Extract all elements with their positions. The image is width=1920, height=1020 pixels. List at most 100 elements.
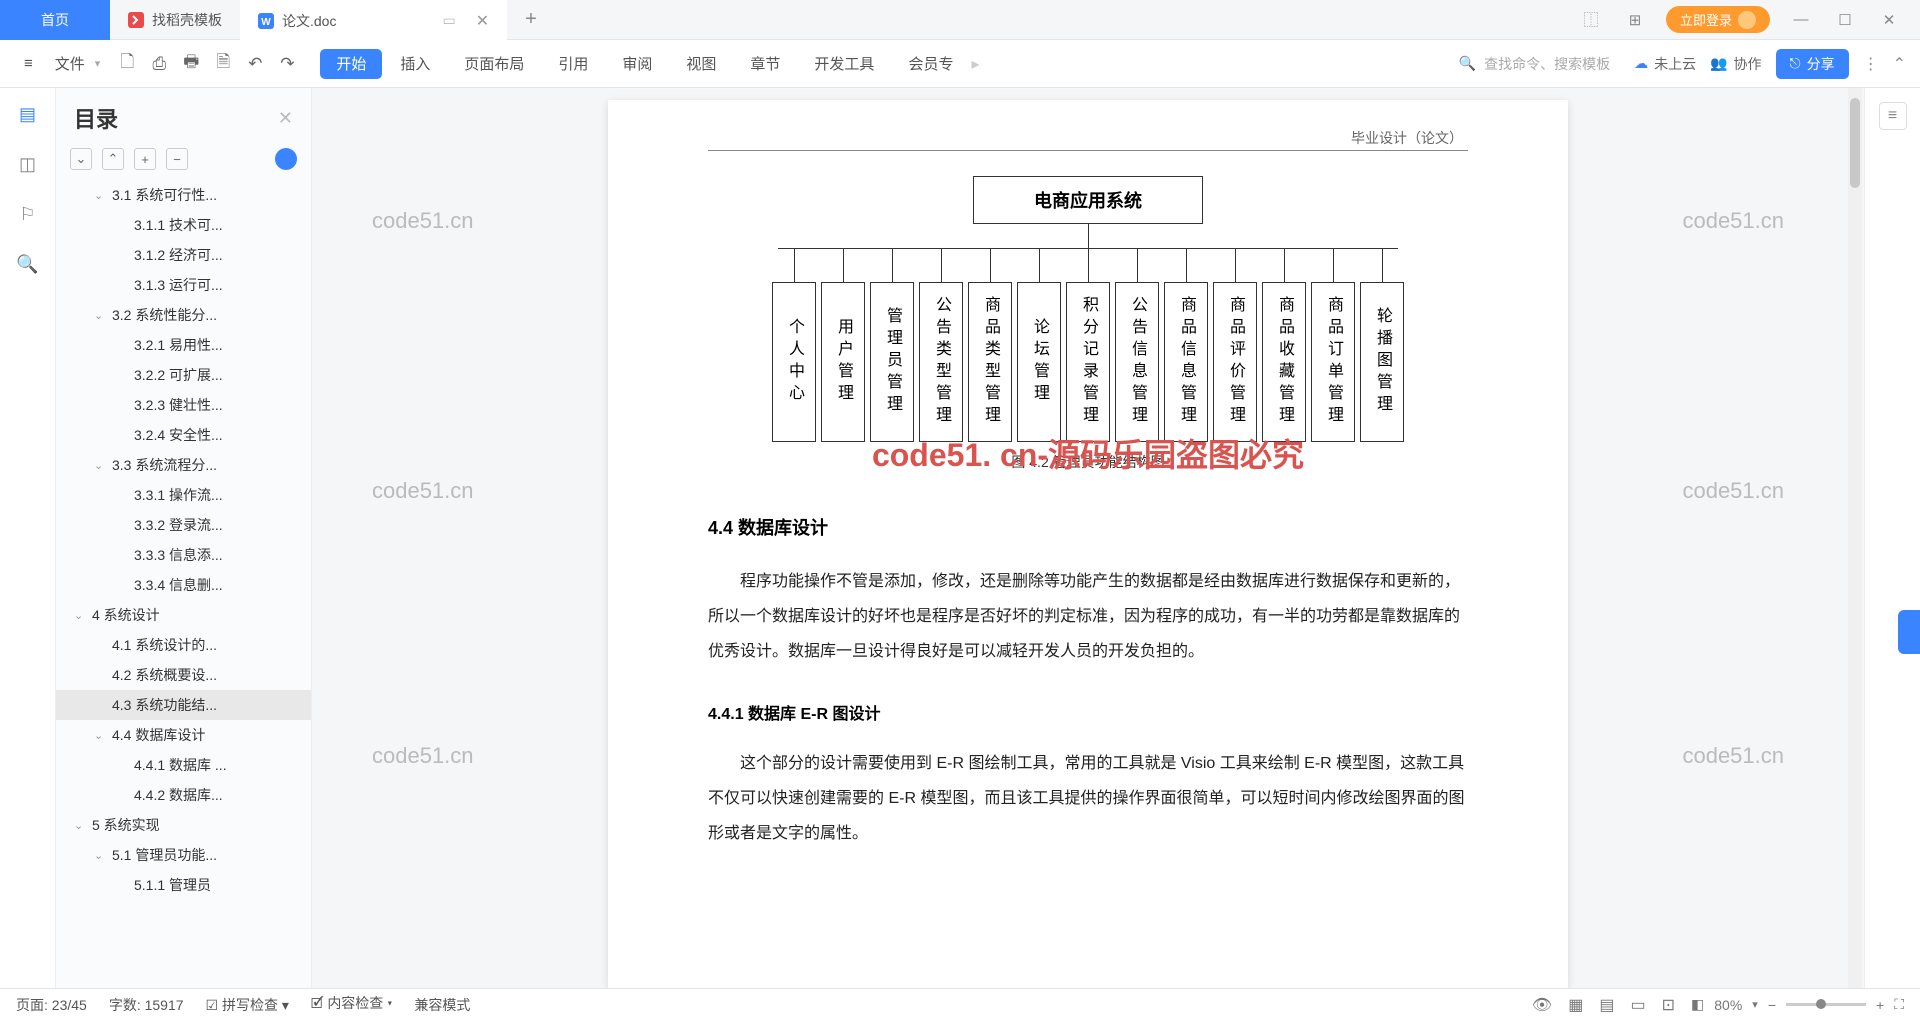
tree-item[interactable]: ⌄4.4 数据库设计 xyxy=(56,720,311,750)
tree-item[interactable]: ⌄5 系统实现 xyxy=(56,810,311,840)
expand-all-icon[interactable]: ⌃ xyxy=(102,148,124,170)
zoom-in-icon[interactable]: + xyxy=(1876,997,1884,1013)
menu-review[interactable]: 审阅 xyxy=(606,40,668,88)
tree-item[interactable]: ⌄3.3 系统流程分... xyxy=(56,450,311,480)
tab-popout-icon[interactable]: ▭ xyxy=(442,12,455,29)
tree-item[interactable]: ⌄4 系统设计 xyxy=(56,600,311,630)
view1-icon[interactable]: ▦ xyxy=(1568,995,1583,1015)
outline-tree[interactable]: ⌄3.1 系统可行性...3.1.1 技术可...3.1.2 经济可...3.1… xyxy=(56,180,311,988)
view4-icon[interactable]: ⊡ xyxy=(1662,995,1675,1015)
tree-item[interactable]: 3.1.2 经济可... xyxy=(56,240,311,270)
tab-home[interactable]: 首页 xyxy=(0,0,110,40)
watermark-small: code51.cn xyxy=(372,743,474,769)
spellcheck-button[interactable]: ☑ 拼写检查 ▾ xyxy=(206,995,289,1015)
side-tab[interactable] xyxy=(1898,610,1920,654)
zoom-slider[interactable] xyxy=(1786,1003,1866,1006)
export-icon[interactable]: ⎙ xyxy=(144,49,174,79)
scroll-thumb[interactable] xyxy=(1850,98,1860,188)
page-header: 毕业设计（论文） xyxy=(1351,128,1463,148)
collapse-icon[interactable]: ⌃ xyxy=(1893,54,1906,74)
collab-icon: 👥 xyxy=(1710,55,1727,72)
minimize-icon[interactable]: — xyxy=(1788,7,1814,33)
tree-item[interactable]: 3.2.1 易用性... xyxy=(56,330,311,360)
diagram-box: 管理员管理 xyxy=(870,282,914,442)
fullscreen-icon[interactable]: ⛶ xyxy=(1894,996,1904,1013)
close-icon[interactable]: ✕ xyxy=(1876,7,1902,33)
zoom-control[interactable]: ◧ 80% ▾ − + ⛶ xyxy=(1691,996,1904,1013)
tree-item[interactable]: 3.3.1 操作流... xyxy=(56,480,311,510)
tree-item[interactable]: 3.3.3 信息添... xyxy=(56,540,311,570)
new-tab-button[interactable]: + xyxy=(507,0,555,40)
tree-item[interactable]: 4.1 系统设计的... xyxy=(56,630,311,660)
menu-chapter[interactable]: 章节 xyxy=(734,40,796,88)
remove-icon[interactable]: − xyxy=(166,148,188,170)
tab-document[interactable]: W 论文.doc ▭ ✕ xyxy=(240,0,507,40)
collab-button[interactable]: 👥协作 xyxy=(1710,54,1761,74)
scrollbar[interactable] xyxy=(1848,88,1862,988)
zoom-out-icon[interactable]: − xyxy=(1768,997,1776,1013)
menu-view[interactable]: 视图 xyxy=(670,40,732,88)
tab-close-icon[interactable]: ✕ xyxy=(476,11,489,31)
tree-item[interactable]: 4.2 系统概要设... xyxy=(56,660,311,690)
redo-icon[interactable]: ↷ xyxy=(272,49,302,79)
login-button[interactable]: 立即登录 xyxy=(1666,6,1770,33)
tree-item[interactable]: 3.2.3 健壮性... xyxy=(56,390,311,420)
document-area[interactable]: code51.cn code51.cn code51.cn code51.cn … xyxy=(312,88,1864,988)
tree-item[interactable]: ⌄3.1 系统可行性... xyxy=(56,180,311,210)
menu-member[interactable]: 会员专 xyxy=(892,40,969,88)
tree-item[interactable]: 3.1.3 运行可... xyxy=(56,270,311,300)
more-icon[interactable]: ⋮ xyxy=(1863,54,1879,74)
print-icon[interactable]: 🖶 xyxy=(176,49,206,79)
tree-item[interactable]: 3.2.4 安全性... xyxy=(56,420,311,450)
tree-item[interactable]: 4.4.2 数据库... xyxy=(56,780,311,810)
search-placeholder: 查找命令、搜索模板 xyxy=(1484,54,1610,74)
maximize-icon[interactable]: ☐ xyxy=(1832,7,1858,33)
menu-start[interactable]: 开始 xyxy=(320,49,382,79)
apps-icon[interactable]: ⊞ xyxy=(1622,7,1648,33)
watermark-small: code51.cn xyxy=(1682,478,1784,504)
search-input[interactable]: 🔍查找命令、搜索模板 xyxy=(1449,54,1620,74)
tree-item[interactable]: 3.2.2 可扩展... xyxy=(56,360,311,390)
tree-item[interactable]: ⌄5.1 管理员功能... xyxy=(56,840,311,870)
tree-item[interactable]: 5.1.1 管理员 xyxy=(56,870,311,900)
layout-icon[interactable]: ⿰ xyxy=(1578,7,1604,33)
menu-insert[interactable]: 插入 xyxy=(384,40,446,88)
find-icon[interactable]: 🔍 xyxy=(16,252,40,276)
format-panel-icon[interactable]: ≡ xyxy=(1879,102,1907,130)
outline-icon[interactable]: ▤ xyxy=(16,102,40,126)
sync-icon[interactable] xyxy=(275,148,297,170)
outline-close-icon[interactable]: ✕ xyxy=(278,108,293,129)
nav-icon[interactable]: ◫ xyxy=(16,152,40,176)
bookmark-icon[interactable]: ⚐ xyxy=(16,202,40,226)
view3-icon[interactable]: ▭ xyxy=(1630,995,1645,1015)
undo-icon[interactable]: ↶ xyxy=(240,49,270,79)
add-icon[interactable]: + xyxy=(134,148,156,170)
document-page: 毕业设计（论文） 电商应用系统 个人中心用户管理管理员管理公告类型管理商品类型管… xyxy=(608,100,1568,988)
tree-item[interactable]: ⌄3.2 系统性能分... xyxy=(56,300,311,330)
menu-dev[interactable]: 开发工具 xyxy=(798,40,890,88)
diagram-box: 商品评价管理 xyxy=(1213,282,1257,442)
cloud-status[interactable]: ☁未上云 xyxy=(1634,54,1696,74)
save-icon[interactable]: 🗋 xyxy=(112,49,142,79)
tree-item[interactable]: 4.4.1 数据库 ... xyxy=(56,750,311,780)
file-menu[interactable]: 文件▾ xyxy=(45,53,111,74)
content-check-button[interactable]: 🗹 内容检查 ▾ xyxy=(311,993,392,1017)
menu-layout[interactable]: 页面布局 xyxy=(448,40,540,88)
menu-ref[interactable]: 引用 xyxy=(542,40,604,88)
preview-icon[interactable]: 🗎 xyxy=(208,49,238,79)
compat-mode[interactable]: 兼容模式 xyxy=(414,995,470,1015)
tree-item[interactable]: 3.1.1 技术可... xyxy=(56,210,311,240)
collapse-all-icon[interactable]: ⌄ xyxy=(70,148,92,170)
hamburger-icon[interactable]: ≡ xyxy=(14,55,43,72)
tree-item[interactable]: 4.3 系统功能结... xyxy=(56,690,311,720)
tree-item[interactable]: 3.3.2 登录流... xyxy=(56,510,311,540)
tab-template[interactable]: 找稻壳模板 xyxy=(110,0,240,40)
share-button[interactable]: ⎋分享 xyxy=(1776,49,1849,79)
page-counter[interactable]: 页面: 23/45 xyxy=(16,995,87,1015)
word-count[interactable]: 字数: 15917 xyxy=(109,995,184,1015)
eye-icon[interactable]: 👁 xyxy=(1532,995,1552,1015)
view2-icon[interactable]: ▤ xyxy=(1599,995,1614,1015)
login-label: 立即登录 xyxy=(1680,10,1732,29)
zoom-fit-icon[interactable]: ◧ xyxy=(1691,996,1704,1013)
tree-item[interactable]: 3.3.4 信息删... xyxy=(56,570,311,600)
